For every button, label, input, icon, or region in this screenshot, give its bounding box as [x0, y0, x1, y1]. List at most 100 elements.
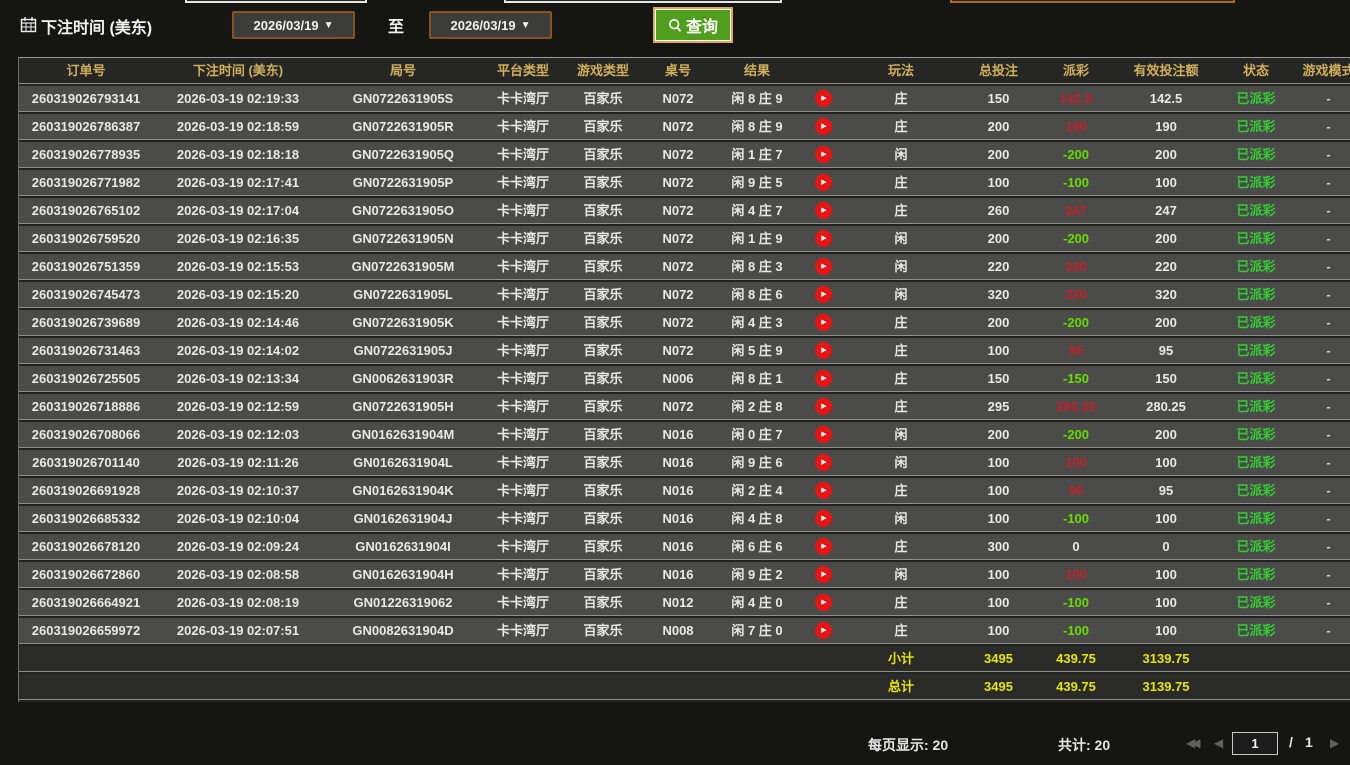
cell-order-id: 260319026678120 [31, 539, 141, 554]
cell-game-mode: - [1326, 427, 1331, 442]
play-icon[interactable]: ▶ [815, 201, 832, 219]
play-icon[interactable]: ▶ [815, 425, 832, 443]
subtotal-label: 小计 [887, 651, 914, 666]
cell-order-id: 260319026725505 [31, 371, 141, 386]
cell-status: 已派彩 [1236, 399, 1276, 414]
play-icon[interactable]: ▶ [815, 145, 832, 163]
cell-total-bet: 100 [987, 567, 1010, 582]
total-row: 总计 3495 439.75 3139.75 [19, 674, 1350, 700]
play-triangle: ▶ [821, 262, 827, 270]
cell-status: 已派彩 [1236, 287, 1276, 302]
per-page-label: 每页显示: 20 [868, 737, 949, 753]
play-icon[interactable]: ▶ [815, 117, 832, 135]
table-row: 260319026672860 2026-03-19 02:08:58 GN01… [19, 562, 1350, 588]
next-page-icon[interactable]: ▶ [1330, 736, 1339, 750]
cell-valid-bet: 200 [1155, 427, 1177, 442]
cell-bet-type: 庄 [894, 91, 908, 106]
cell-bet-time: 2026-03-19 02:18:18 [176, 147, 300, 162]
cell-round-id: GN0162631904K [352, 483, 454, 498]
cell-result: 闲 9 庄 5 [731, 175, 783, 190]
cell-bet-type: 闲 [894, 259, 908, 274]
cell-bet-type: 闲 [894, 567, 908, 582]
cell-game-type: 百家乐 [583, 399, 623, 414]
cell-round-id: GN0722631905J [353, 343, 453, 358]
play-triangle: ▶ [821, 234, 827, 242]
first-page-icon[interactable]: ◀◀ [1186, 736, 1201, 750]
cell-table-no: N016 [662, 455, 694, 470]
play-triangle: ▶ [821, 486, 827, 494]
cell-payout: 95 [1068, 483, 1084, 498]
cell-payout: 100 [1065, 567, 1087, 582]
cell-total-bet: 200 [987, 427, 1010, 442]
play-icon[interactable]: ▶ [815, 257, 832, 275]
cell-payout: -200 [1062, 427, 1090, 442]
prev-page-icon[interactable]: ◀ [1214, 736, 1223, 750]
cell-bet-type: 庄 [894, 483, 908, 498]
cell-order-id: 260319026759520 [31, 231, 141, 246]
date-from-select[interactable]: 2026/03/19 ▼ [232, 11, 355, 39]
cell-bet-time: 2026-03-19 02:09:24 [176, 539, 300, 554]
cell-game-type: 百家乐 [583, 147, 623, 162]
cell-total-bet: 100 [987, 483, 1010, 498]
play-icon[interactable]: ▶ [815, 397, 832, 415]
cell-table-no: N016 [662, 483, 694, 498]
cell-bet-type: 闲 [894, 231, 908, 246]
cell-total-bet: 200 [987, 147, 1010, 162]
cell-table-no: N072 [662, 343, 694, 358]
table-row: 260319026659972 2026-03-19 02:07:51 GN00… [19, 618, 1350, 644]
cell-replay: ▶ [801, 170, 846, 195]
cell-bet-time: 2026-03-19 02:10:37 [176, 483, 300, 498]
cell-total-bet: 100 [987, 175, 1010, 190]
date-to-select[interactable]: 2026/03/19 ▼ [429, 11, 552, 39]
cell-game-type: 百家乐 [583, 371, 623, 386]
header-game-mode: 游戏模式 [1302, 63, 1350, 78]
cell-payout: -200 [1062, 315, 1090, 330]
cell-order-id: 260319026778935 [31, 147, 141, 162]
cell-payout: 100 [1065, 455, 1087, 470]
cell-order-id: 260319026659972 [31, 623, 141, 638]
cell-bet-time: 2026-03-19 02:12:03 [176, 427, 300, 442]
cell-round-id: GN0722631905N [352, 231, 454, 246]
cell-status: 已派彩 [1236, 91, 1276, 106]
play-icon[interactable]: ▶ [815, 593, 832, 611]
play-icon[interactable]: ▶ [815, 621, 832, 639]
cell-game-type: 百家乐 [583, 595, 623, 610]
query-button-label: 查询 [685, 19, 718, 36]
play-triangle: ▶ [821, 94, 827, 102]
table-row: 260319026678120 2026-03-19 02:09:24 GN01… [19, 534, 1350, 560]
play-icon[interactable]: ▶ [815, 173, 832, 191]
play-icon[interactable]: ▶ [815, 481, 832, 499]
play-icon[interactable]: ▶ [815, 229, 832, 247]
play-icon[interactable]: ▶ [815, 89, 832, 107]
play-icon[interactable]: ▶ [815, 509, 832, 527]
cell-game-mode: - [1326, 175, 1331, 190]
cell-valid-bet: 100 [1155, 595, 1177, 610]
cell-table-no: N006 [662, 371, 694, 386]
cell-order-id: 260319026701140 [32, 455, 140, 470]
play-icon[interactable]: ▶ [815, 369, 832, 387]
play-icon[interactable]: ▶ [815, 565, 832, 583]
table-body: 260319026793141 2026-03-19 02:19:33 GN07… [19, 86, 1350, 644]
cell-table-no: N072 [662, 119, 694, 134]
play-icon[interactable]: ▶ [815, 313, 832, 331]
page-number-input[interactable] [1232, 732, 1278, 755]
query-button[interactable]: 查询 [653, 7, 733, 43]
cell-game-mode: - [1326, 119, 1331, 134]
cell-platform: 卡卡湾厅 [496, 259, 549, 274]
cell-bet-type: 庄 [894, 175, 908, 190]
cell-platform: 卡卡湾厅 [496, 511, 549, 526]
play-icon[interactable]: ▶ [815, 537, 832, 555]
cell-total-bet: 220 [987, 259, 1010, 274]
table-row: 260319026778935 2026-03-19 02:18:18 GN07… [19, 142, 1350, 168]
cell-status: 已派彩 [1236, 343, 1276, 358]
cell-status: 已派彩 [1236, 315, 1276, 330]
table-row: 260319026708066 2026-03-19 02:12:03 GN01… [19, 422, 1350, 448]
play-icon[interactable]: ▶ [815, 453, 832, 471]
cell-replay: ▶ [801, 142, 846, 167]
cell-platform: 卡卡湾厅 [496, 483, 549, 498]
cell-result: 闲 8 庄 9 [731, 91, 783, 106]
cell-bet-type: 庄 [894, 119, 908, 134]
play-icon[interactable]: ▶ [815, 285, 832, 303]
play-icon[interactable]: ▶ [815, 341, 832, 359]
cell-result: 闲 2 庄 8 [731, 399, 783, 414]
